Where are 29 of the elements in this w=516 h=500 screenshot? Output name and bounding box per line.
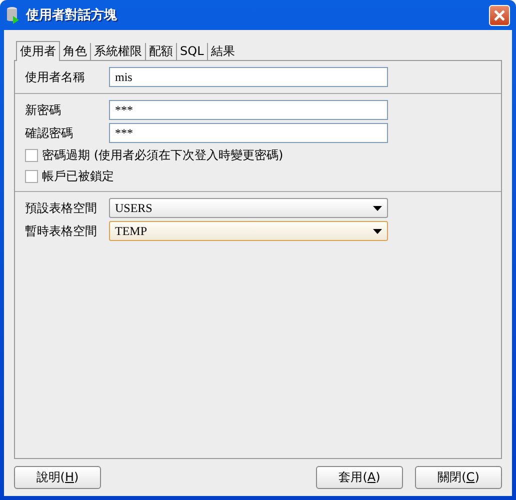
dialog-button[interactable]: 關閉(C) [415,466,502,489]
input-field[interactable]: *** [109,123,388,143]
tab[interactable]: 結果 [206,43,238,60]
database-icon [6,6,20,24]
caret-icon [373,228,382,234]
close-button[interactable] [489,4,510,26]
checkbox[interactable] [25,148,38,162]
tab[interactable]: 配額 [145,43,176,60]
field-label: 使用者名稱 [25,68,86,86]
checkbox-label: 帳戶已被鎖定 [42,168,114,184]
window-title: 使用者對話方塊 [26,6,118,24]
tab[interactable]: 角色 [60,43,90,60]
caret-icon [373,206,382,210]
checkbox-label: 密碼過期 (使用者必須在下次登入時變更密碼) [42,146,284,164]
tab[interactable]: 系統權限 [90,43,145,60]
checkbox[interactable] [25,170,38,182]
tab[interactable]: 使用者 [16,41,60,61]
close-icon [493,8,506,22]
field-label: 確認密碼 [25,124,74,142]
dialog-button[interactable]: 說明(H) [14,466,101,489]
dropdown[interactable]: USERS [109,198,388,218]
field-label: 新密碼 [25,102,62,118]
tab[interactable]: SQL [176,43,207,60]
input-field[interactable]: *** [109,100,388,120]
field-label: 暫時表格空間 [25,222,98,240]
field-label: 預設表格空間 [25,200,98,216]
input-field[interactable]: mis [109,67,388,87]
dropdown[interactable]: TEMP [109,221,388,241]
dialog-button[interactable]: 套用(A) [316,466,403,489]
